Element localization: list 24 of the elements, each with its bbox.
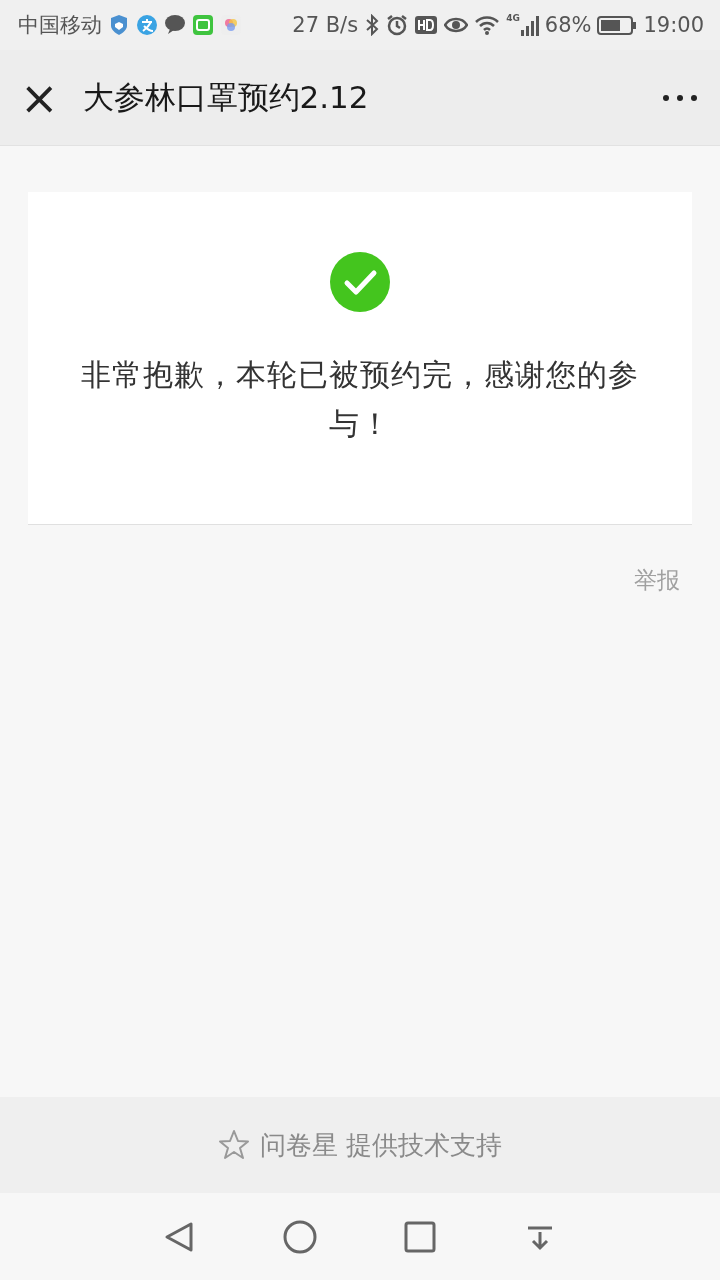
footer-credit: 问卷星 提供技术支持 [259,1128,503,1162]
battery-percent: 68% [544,13,592,37]
wifi-icon [474,14,501,36]
hd-icon [414,14,439,36]
payment-app-icon [136,14,158,36]
star-icon [217,1129,250,1161]
signal-icon [520,14,539,36]
shield-icon [108,14,130,36]
alarm-clock-icon [386,14,409,36]
carrier-name: 中国移动 [18,12,102,39]
close-button[interactable]: × [20,74,59,121]
more-menu-icon[interactable] [662,93,698,102]
network-speed: 27 B/s [292,13,359,37]
page-title: 大参林口罩预约2.12 [82,77,370,117]
battery-icon [597,14,638,36]
result-message: 非常抱歉，本轮已被预约完，感谢您的参与！ [80,356,640,443]
chat-bubble-icon [164,14,186,36]
tv-app-icon [192,14,214,36]
home-icon[interactable] [283,1219,317,1254]
recent-apps-icon[interactable] [403,1219,437,1254]
clock-time: 19:00 [643,13,704,37]
success-check-icon [330,252,390,312]
network-type: 4G [506,14,520,23]
bluetooth-icon [364,14,381,36]
